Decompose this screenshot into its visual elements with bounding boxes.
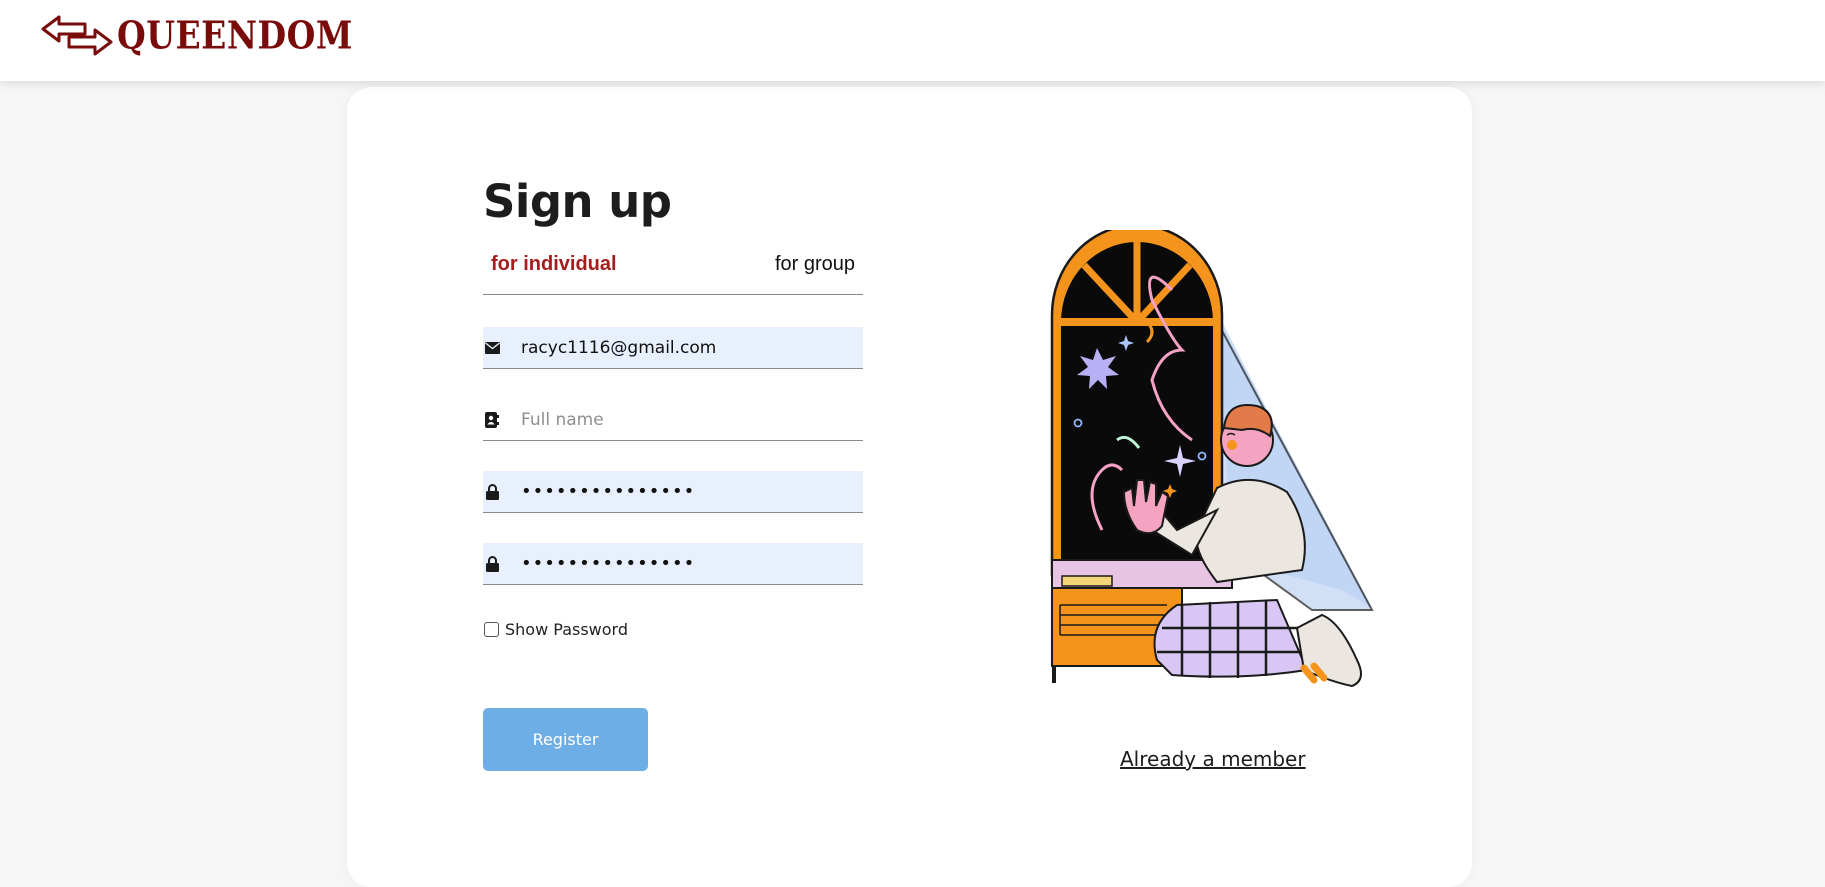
already-member-link[interactable]: Already a member [1120,747,1306,771]
fullname-field-row [483,399,863,441]
email-field-row [483,327,863,369]
tab-for-group[interactable]: for group [775,253,855,276]
signup-type-tabs: for individual for group [483,253,863,295]
person-at-window-illustration [1050,230,1374,688]
lock-icon [484,483,500,500]
show-password-checkbox[interactable] [484,622,499,637]
signup-card: Sign up for individual for group racyc11… [347,87,1472,887]
show-password-toggle[interactable]: Show Password [483,620,628,639]
left-right-arrows-icon [41,15,113,56]
password-input[interactable] [521,472,851,511]
brand-name: QUEENDOM [117,12,353,58]
lock-icon [484,555,500,572]
contact-card-icon [484,411,500,428]
show-password-label: Show Password [505,620,628,639]
password-field-row [483,471,863,513]
top-navbar: QUEENDOM [0,0,1825,81]
email-input[interactable] [521,328,851,367]
brand-logo[interactable]: QUEENDOM [41,12,353,58]
confirm-password-field-row [483,543,863,585]
tab-for-individual[interactable]: for individual [491,253,617,276]
envelope-icon [484,340,500,356]
fullname-input[interactable] [521,400,851,439]
register-button[interactable]: Register [483,708,648,771]
confirm-password-input[interactable] [521,544,851,583]
page-title: Sign up [483,175,672,228]
